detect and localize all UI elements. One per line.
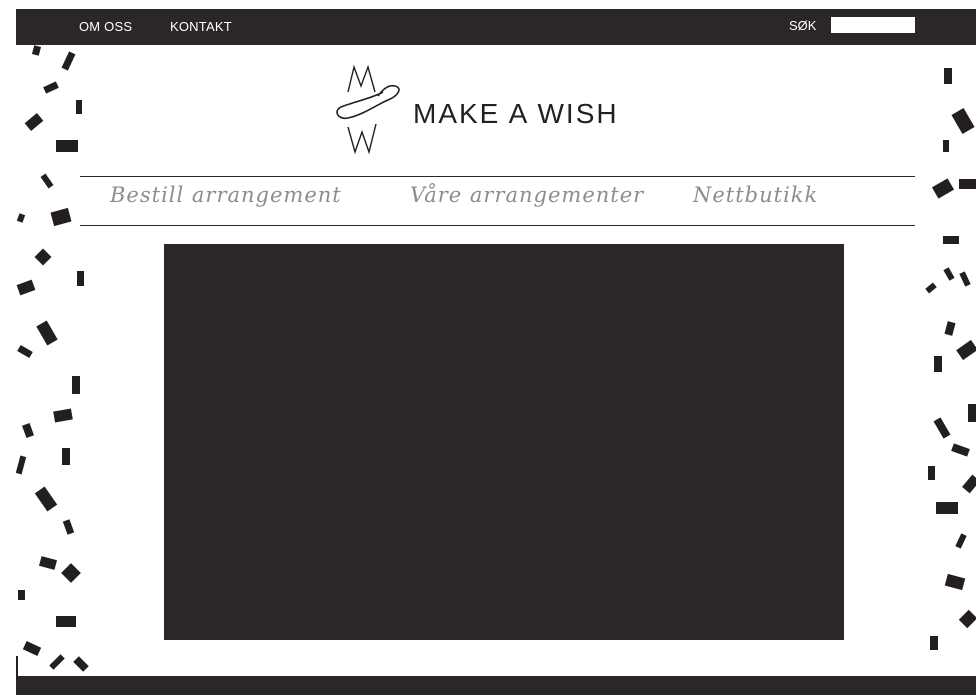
footer — [16, 676, 976, 695]
confetti-decoration — [22, 641, 42, 656]
confetti-decoration — [959, 179, 976, 189]
confetti-decoration — [36, 320, 58, 346]
confetti-decoration — [962, 474, 976, 494]
nav-divider-bottom — [80, 225, 915, 226]
confetti-decoration — [934, 356, 942, 372]
confetti-decoration — [933, 417, 951, 439]
confetti-decoration — [944, 321, 956, 336]
confetti-decoration — [930, 636, 938, 650]
nav-divider-top — [80, 176, 915, 177]
nav-item-vare[interactable]: Våre arrangementer — [410, 183, 644, 207]
confetti-decoration — [16, 656, 18, 680]
confetti-decoration — [936, 502, 958, 514]
confetti-decoration — [17, 344, 33, 359]
nav-link-kontakt[interactable]: KONTAKT — [170, 19, 232, 34]
confetti-decoration — [928, 466, 935, 480]
confetti-decoration — [49, 654, 65, 670]
site-logo[interactable]: MAKE A WISH — [333, 62, 653, 162]
logo-monogram-icon — [336, 64, 400, 155]
confetti-decoration — [50, 207, 72, 227]
confetti-decoration — [16, 279, 36, 296]
hero-banner — [164, 244, 844, 640]
confetti-decoration — [40, 173, 54, 189]
brand-name: MAKE A WISH — [413, 98, 619, 129]
confetti-decoration — [43, 81, 59, 94]
confetti-decoration — [951, 443, 970, 457]
confetti-decoration — [943, 140, 949, 152]
nav-item-bestill[interactable]: Bestill arrangement — [110, 183, 342, 207]
confetti-decoration — [24, 113, 44, 131]
confetti-decoration — [22, 423, 34, 438]
confetti-decoration — [76, 100, 82, 114]
confetti-decoration — [955, 533, 967, 549]
confetti-decoration — [61, 563, 81, 583]
confetti-decoration — [38, 556, 58, 570]
confetti-decoration — [931, 178, 955, 199]
top-bar: OM OSS KONTAKT SØK — [16, 9, 976, 45]
search-input[interactable] — [831, 17, 915, 33]
confetti-decoration — [31, 45, 42, 56]
confetti-decoration — [956, 339, 976, 361]
confetti-decoration — [56, 140, 78, 152]
confetti-decoration — [925, 282, 937, 294]
confetti-decoration — [968, 404, 976, 422]
confetti-decoration — [61, 51, 76, 71]
confetti-decoration — [943, 267, 955, 281]
confetti-decoration — [943, 236, 959, 244]
nav-link-om-oss[interactable]: OM OSS — [79, 19, 132, 34]
confetti-decoration — [34, 486, 58, 512]
confetti-decoration — [18, 590, 25, 600]
confetti-decoration — [951, 107, 975, 135]
confetti-decoration — [77, 271, 84, 286]
confetti-decoration — [959, 271, 971, 287]
confetti-decoration — [62, 519, 75, 535]
confetti-decoration — [56, 616, 76, 627]
confetti-decoration — [62, 448, 70, 465]
confetti-decoration — [944, 68, 952, 84]
confetti-decoration — [958, 609, 976, 629]
search-label: SØK — [789, 18, 817, 33]
confetti-decoration — [73, 656, 89, 672]
confetti-decoration — [944, 573, 966, 591]
confetti-decoration — [15, 455, 27, 475]
confetti-decoration — [34, 248, 52, 266]
nav-item-nettbutikk[interactable]: Nettbutikk — [693, 183, 818, 207]
confetti-decoration — [72, 376, 80, 394]
confetti-decoration — [53, 408, 73, 423]
confetti-decoration — [16, 213, 26, 223]
